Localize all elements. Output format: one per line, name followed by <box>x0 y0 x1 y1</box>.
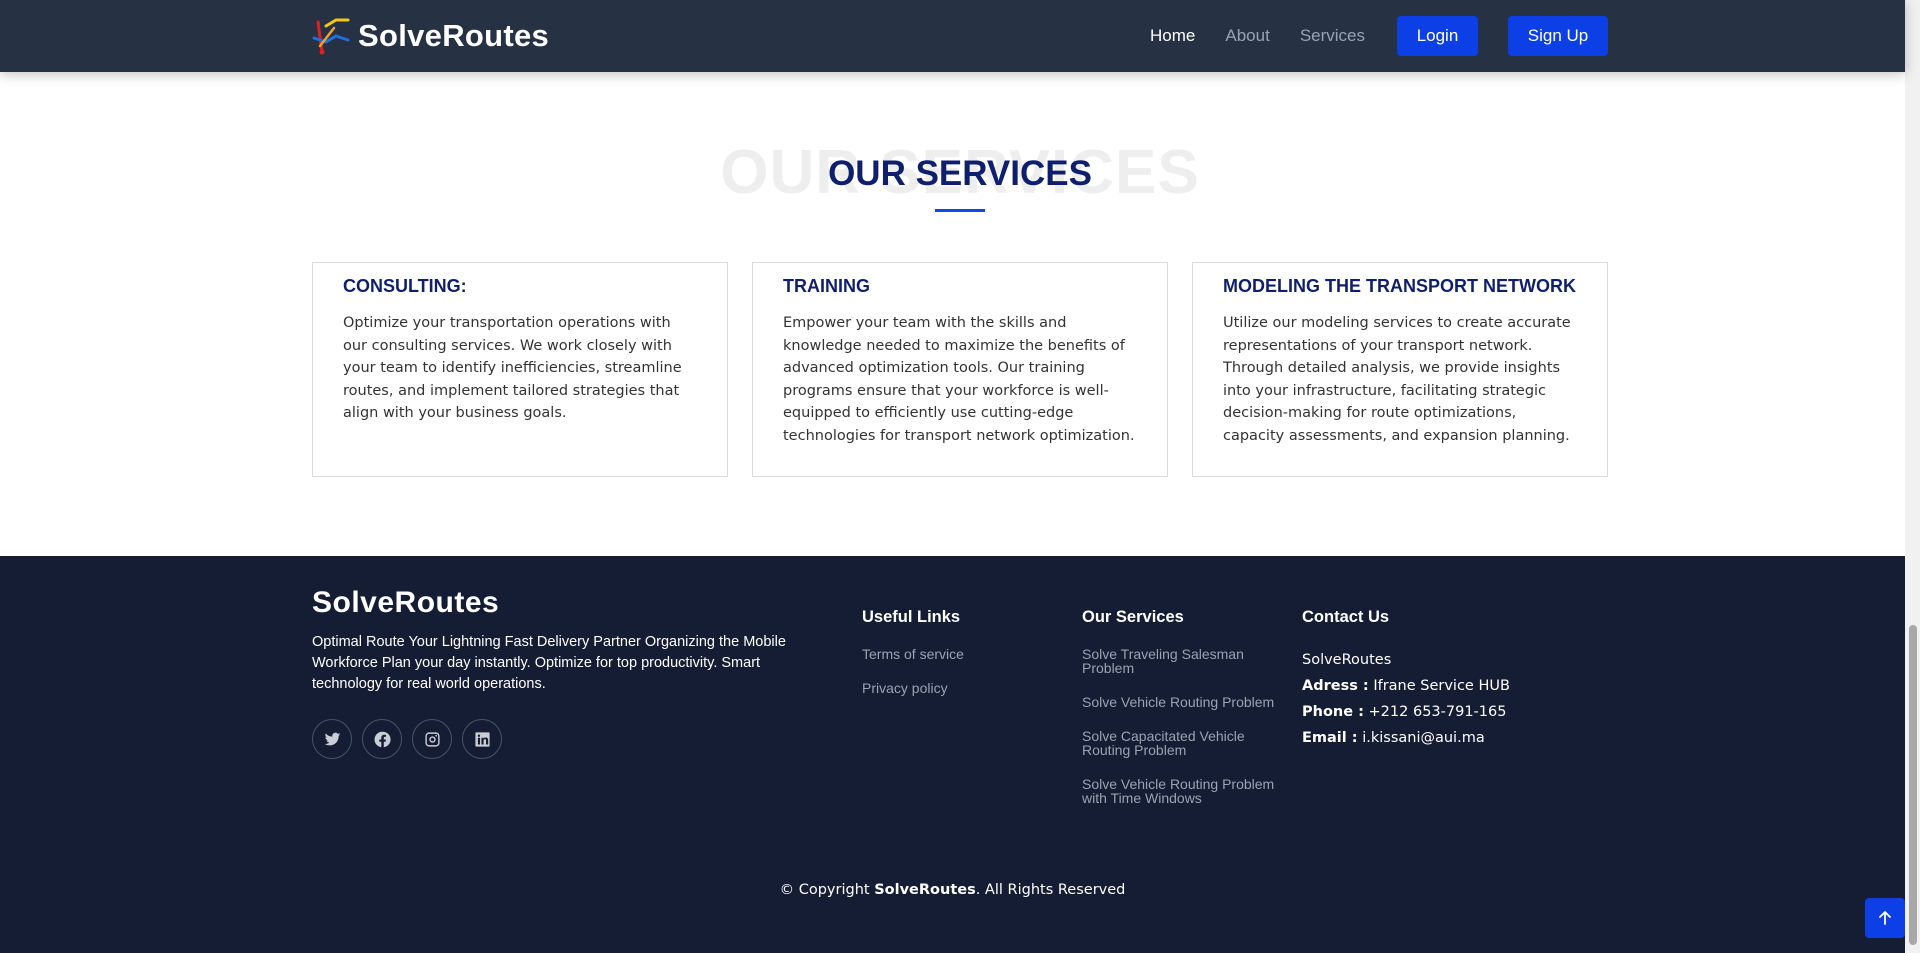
brand-link[interactable]: SolveRoutes <box>312 16 549 56</box>
terms-link[interactable]: Terms of service <box>862 647 964 661</box>
contact-name: SolveRoutes <box>1302 652 1392 668</box>
scrollbar-thumb[interactable] <box>1909 625 1917 945</box>
address-value: Ifrane Service HUB <box>1373 678 1510 694</box>
service-card-consulting: CONSULTING: Optimize your transportation… <box>312 262 728 477</box>
copyright-brand: SolveRoutes <box>874 882 976 898</box>
contact-title: Contact Us <box>1302 608 1390 626</box>
card-text: Empower your team with the skills and kn… <box>783 315 1135 444</box>
tsp-link[interactable]: Solve Traveling Salesman Problem <box>1082 647 1277 675</box>
site-header: SolveRoutes Home About Services Login Si… <box>0 0 1905 72</box>
phone-value: +212 653-791-165 <box>1368 704 1507 720</box>
privacy-link[interactable]: Privacy policy <box>862 681 964 695</box>
nav-services[interactable]: Services <box>1300 26 1365 46</box>
phone-label: Phone : <box>1302 704 1364 720</box>
route-logo-icon <box>312 18 350 55</box>
contact-email: Email : i.kissani@aui.ma <box>1302 729 1510 747</box>
copyright: © Copyright SolveRoutes. All Rights Rese… <box>0 882 1905 898</box>
facebook-icon[interactable] <box>362 719 402 759</box>
address-label: Adress : <box>1302 678 1369 694</box>
signup-button[interactable]: Sign Up <box>1508 16 1608 56</box>
card-title: MODELING THE TRANSPORT NETWORK <box>1223 276 1576 296</box>
card-text: Utilize our modeling services to create … <box>1223 315 1571 444</box>
email-label: Email : <box>1302 730 1358 746</box>
useful-links: Useful Links Terms of service Privacy po… <box>862 608 964 715</box>
linkedin-icon[interactable] <box>462 719 502 759</box>
nav-about[interactable]: About <box>1225 26 1269 46</box>
services-title: OUR SERVICES <box>828 154 1092 193</box>
card-title: CONSULTING: <box>343 276 467 296</box>
footer-services-title: Our Services <box>1082 608 1184 626</box>
vrp-link[interactable]: Solve Vehicle Routing Problem <box>1082 695 1277 709</box>
email-value: i.kissani@aui.ma <box>1362 730 1485 746</box>
contact-us: Contact Us SolveRoutes Adress : Ifrane S… <box>1302 608 1510 755</box>
twitter-icon[interactable] <box>312 719 352 759</box>
instagram-icon[interactable] <box>412 719 452 759</box>
footer-description: Optimal Route Your Lightning Fast Delive… <box>312 634 786 692</box>
contact-address: Adress : Ifrane Service HUB <box>1302 677 1510 695</box>
contact-phone: Phone : +212 653-791-165 <box>1302 703 1510 721</box>
cvrp-link[interactable]: Solve Capacitated Vehicle Routing Proble… <box>1082 729 1277 757</box>
page-scrollbar[interactable] <box>1905 0 1920 953</box>
title-underline <box>935 209 985 212</box>
login-button[interactable]: Login <box>1397 16 1478 56</box>
brand-name: SolveRoutes <box>358 18 550 53</box>
main-nav: Home About Services Login Sign Up <box>1150 16 1608 56</box>
service-card-modeling: MODELING THE TRANSPORT NETWORK Utilize o… <box>1192 262 1608 477</box>
useful-links-title: Useful Links <box>862 608 961 626</box>
nav-home[interactable]: Home <box>1150 26 1195 46</box>
copyright-prefix: © Copyright <box>779 882 870 898</box>
card-text: Optimize your transportation operations … <box>343 315 682 421</box>
site-footer: SolveRoutes Optimal Route Your Lightning… <box>0 556 1905 953</box>
card-title: TRAINING <box>783 276 870 296</box>
vrptw-link[interactable]: Solve Vehicle Routing Problem with Time … <box>1082 777 1277 805</box>
back-to-top-button[interactable] <box>1865 898 1905 938</box>
footer-brand: SolveRoutes <box>312 586 500 619</box>
services-heading: OUR SERVICES OUR SERVICES <box>0 140 1920 210</box>
social-links <box>312 719 502 759</box>
footer-services: Our Services Solve Traveling Salesman Pr… <box>1082 608 1277 825</box>
service-card-training: TRAINING Empower your team with the skil… <box>752 262 1168 477</box>
copyright-suffix: . All Rights Reserved <box>975 882 1126 898</box>
arrow-up-icon <box>1879 911 1891 925</box>
